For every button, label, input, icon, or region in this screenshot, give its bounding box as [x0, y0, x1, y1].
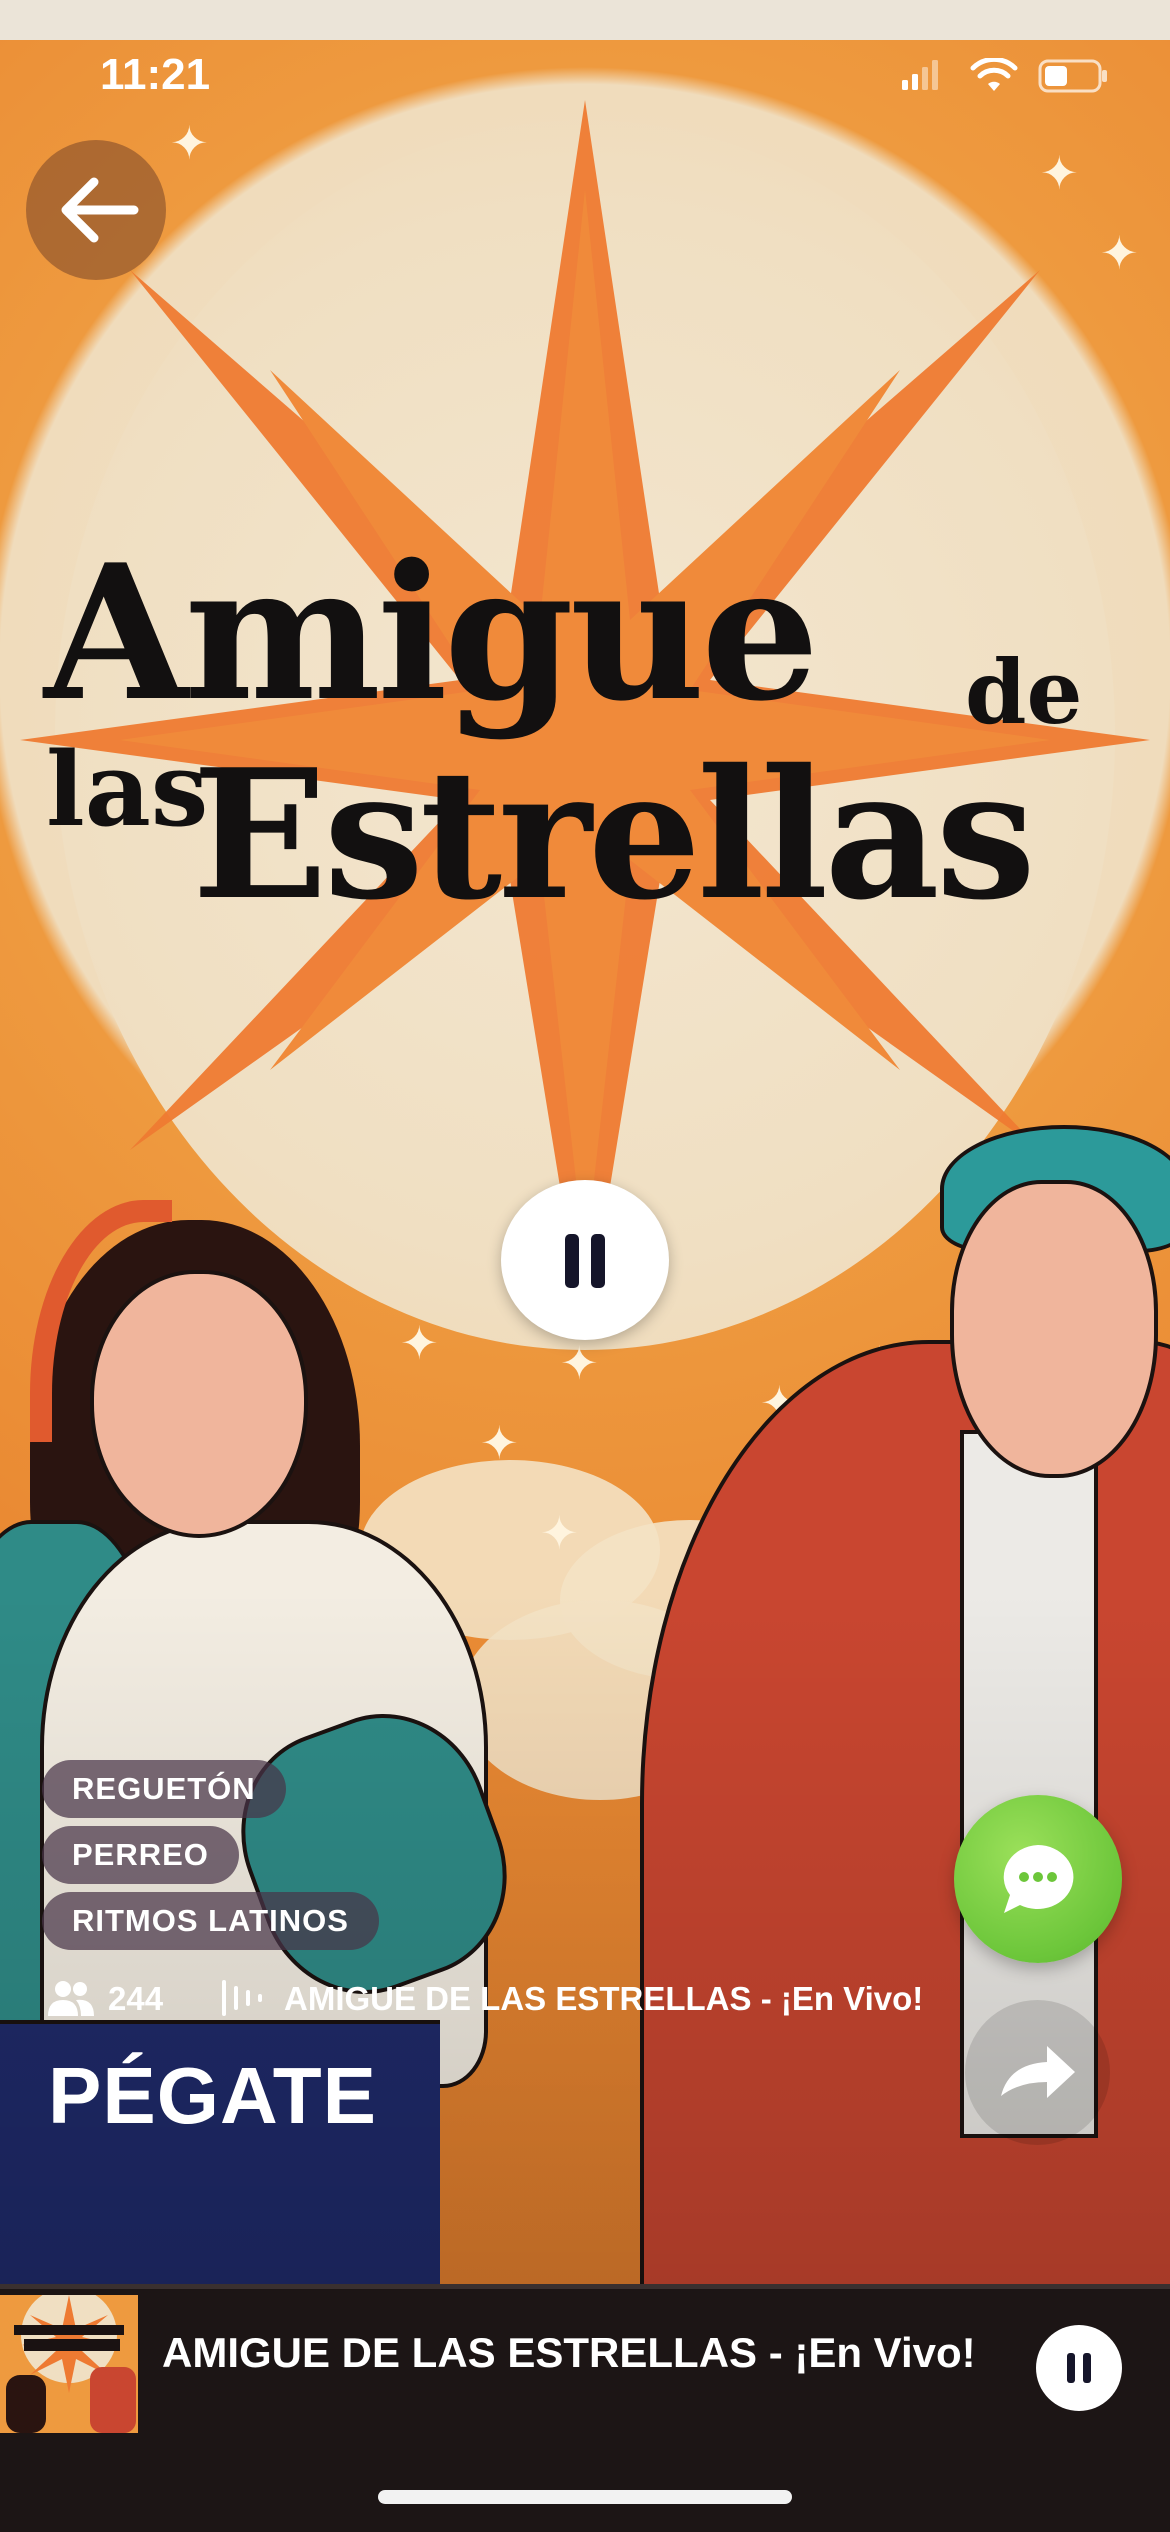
mini-artwork-image: [0, 2295, 138, 2433]
artwork-title-estrellas: Estrellas: [192, 730, 1036, 939]
listener-count: 244: [108, 1980, 164, 2017]
home-indicator: [378, 2490, 792, 2504]
share-button[interactable]: [965, 2000, 1110, 2145]
genre-tag-regueton[interactable]: REGUETÓN: [42, 1760, 286, 1818]
artwork-star: ✦: [400, 1317, 439, 1369]
artwork-star: ✦: [1040, 147, 1079, 199]
artwork-star: ✦: [480, 1417, 519, 1469]
wifi-icon: [970, 58, 1018, 91]
artwork-title-las: las: [46, 730, 209, 850]
mini-player-pause-button[interactable]: [1036, 2325, 1122, 2411]
chat-button[interactable]: [954, 1795, 1122, 1963]
now-playing-title: PÉGATE: [48, 2051, 378, 2140]
status-bar: 11:21: [0, 40, 1170, 110]
pause-icon-bar: [1083, 2353, 1091, 2383]
mini-player-title: AMIGUE DE LAS ESTRELLAS - ¡En Vivo!: [162, 2329, 976, 2376]
cellular-signal-icon: [902, 60, 938, 90]
battery-icon: [1038, 59, 1107, 93]
genre-tag-perreo[interactable]: PERREO: [42, 1826, 239, 1884]
share-icon: [1001, 2046, 1075, 2098]
artwork-man-face: [950, 1180, 1158, 1478]
pause-icon: [565, 1234, 579, 1288]
genre-tag-ritmos-latinos[interactable]: RITMOS LATINOS: [42, 1892, 379, 1950]
mini-player-artwork: [0, 2295, 138, 2433]
station-player-screen: ✦ ✦ ✦ ✦ ✦ ✦ ✦ ✦ ✦ Amigue de las Estrella…: [0, 0, 1170, 2532]
top-strip: [0, 0, 1170, 40]
artwork-star: ✦: [560, 1337, 599, 1389]
audio-wave-icon: [222, 1980, 262, 2016]
pause-icon: [1067, 2353, 1075, 2383]
artwork-star: ✦: [170, 117, 209, 169]
artwork-star: ✦: [540, 1507, 579, 1559]
artwork-star: ✦: [1100, 227, 1139, 279]
people-icon: [48, 1981, 94, 2016]
pause-icon-bar: [591, 1234, 605, 1288]
back-arrow-icon: [61, 177, 139, 243]
artwork-title-de: de: [965, 640, 1083, 744]
chat-icon: [1003, 1845, 1074, 1913]
live-station-title: AMIGUE DE LAS ESTRELLAS - ¡En Vivo!: [284, 1980, 924, 2017]
status-time: 11:21: [100, 50, 211, 99]
play-pause-button[interactable]: [501, 1180, 669, 1340]
back-button[interactable]: [26, 140, 166, 280]
